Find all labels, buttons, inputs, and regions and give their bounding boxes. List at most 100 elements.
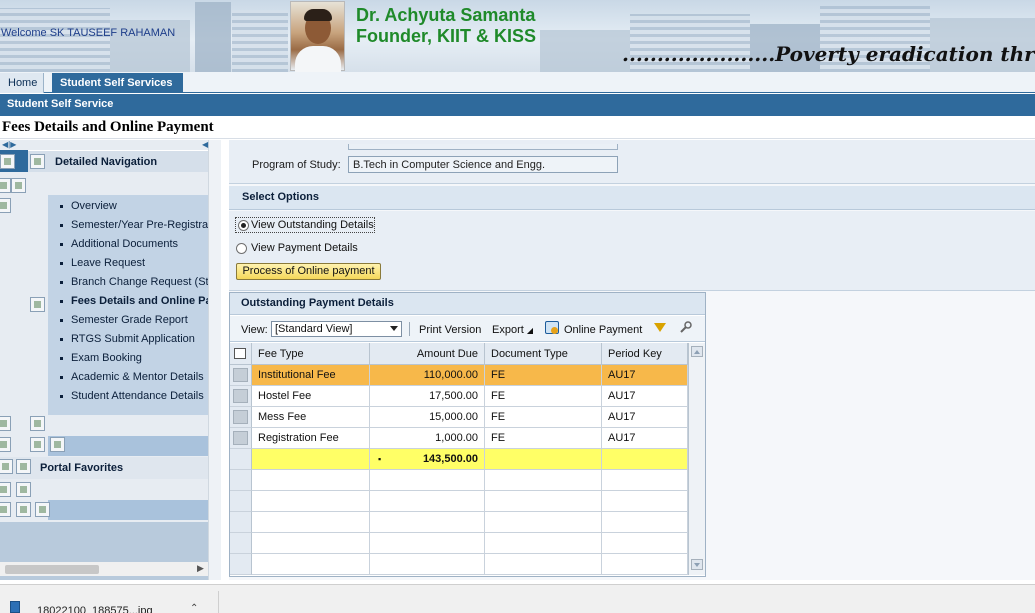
empty-cell (370, 470, 485, 491)
view-outstanding-label[interactable]: View Outstanding Details (251, 219, 374, 231)
page-title: Fees Details and Online Payment (2, 119, 214, 135)
welcome-text: Welcome SK TAUSEEF RAHAMAN (1, 27, 176, 39)
collapse-left-icon[interactable]: ◀ (202, 140, 208, 149)
row-selector[interactable] (230, 407, 252, 428)
empty-cell (602, 512, 688, 533)
empty-cell (370, 491, 485, 512)
select-all-icon[interactable] (234, 348, 246, 359)
nav-item-exam-booking[interactable]: Exam Booking (60, 349, 208, 368)
empty-row (230, 491, 252, 512)
row-selector-empty (230, 449, 252, 470)
download-filename[interactable]: 18022100_188575...jpg (37, 605, 153, 613)
top-navigation: Home Student Self Services (0, 72, 1035, 93)
nav-image-icon (35, 502, 50, 517)
program-section: Program of Study: B.Tech in Computer Sci… (229, 140, 1035, 184)
view-select[interactable]: [Standard View] (271, 321, 402, 337)
nav-image-icon (16, 482, 31, 497)
panel-splitter[interactable] (208, 140, 221, 580)
nav-item-pre-registration[interactable]: Semester/Year Pre-Registra (60, 216, 208, 235)
horizontal-scrollbar[interactable]: ▶ (0, 562, 208, 576)
view-outstanding-option[interactable]: View Outstanding Details (235, 217, 375, 233)
export-menu-icon: ◢ (526, 326, 534, 335)
settings-wrench-icon[interactable] (679, 321, 692, 334)
table-cell-amount[interactable]: 1,000.00 (370, 428, 485, 449)
table-cell-period-key[interactable]: AU17 (602, 386, 688, 407)
nav-item-academic-mentor[interactable]: Academic & Mentor Details (60, 368, 208, 387)
tab-home[interactable]: Home (0, 73, 44, 93)
empty-row (230, 533, 252, 554)
process-online-payment-button[interactable]: Process of Online payment (236, 263, 381, 280)
founder-photo (290, 1, 345, 72)
online-payment-button[interactable]: Online Payment (564, 324, 642, 336)
nav-image-icon (0, 416, 11, 431)
print-version-button[interactable]: Print Version (419, 324, 481, 336)
download-bar: 18022100_188575...jpg ⌃ (0, 584, 1035, 613)
nav-item-grade-report[interactable]: Semester Grade Report (60, 311, 208, 330)
table-cell-document-type[interactable]: FE (485, 407, 602, 428)
column-header-fee-type[interactable]: Fee Type (252, 343, 370, 365)
main-content: Program of Study: B.Tech in Computer Sci… (229, 140, 1035, 580)
table-cell-fee-type[interactable]: Mess Fee (252, 407, 370, 428)
view-payment-label[interactable]: View Payment Details (251, 242, 358, 254)
nav-image-icon (0, 459, 13, 474)
title-divider (0, 138, 1035, 139)
previous-field (348, 144, 618, 150)
column-header-document-type[interactable]: Document Type (485, 343, 602, 365)
select-all-header[interactable] (230, 343, 252, 365)
image-file-icon[interactable] (10, 601, 20, 613)
nav-item-attendance[interactable]: Student Attendance Details (60, 387, 208, 406)
nav-item-additional-documents[interactable]: Additional Documents (60, 235, 208, 254)
nav-image-icon (30, 437, 45, 452)
outstanding-header: Outstanding Payment Details (230, 293, 705, 315)
scroll-down-icon[interactable] (691, 559, 703, 570)
nav-section-strip (48, 500, 208, 520)
empty-cell (485, 512, 602, 533)
nav-image-icon (11, 178, 26, 193)
row-selector[interactable] (230, 365, 252, 386)
portal-favorites-title[interactable]: Portal Favorites (40, 462, 123, 474)
nav-item-fees-details[interactable]: Fees Details and Online Pa (60, 292, 208, 311)
chevron-up-icon[interactable]: ⌃ (190, 603, 198, 613)
table-cell-document-type[interactable]: FE (485, 386, 602, 407)
table-cell-document-type[interactable]: FE (485, 365, 602, 386)
scroll-up-icon[interactable] (691, 346, 703, 357)
pager-icon[interactable]: ◀|▶ (2, 140, 16, 149)
table-cell-fee-type[interactable]: Institutional Fee (252, 365, 370, 386)
program-of-study-field: B.Tech in Computer Science and Engg. (348, 156, 618, 173)
row-selector[interactable] (230, 386, 252, 407)
empty-cell (252, 491, 370, 512)
row-selector[interactable] (230, 428, 252, 449)
nav-image-icon (0, 482, 11, 497)
table-cell-amount[interactable]: 15,000.00 (370, 407, 485, 428)
table-cell-period-key[interactable]: AU17 (602, 407, 688, 428)
nav-item-overview[interactable]: Overview (60, 197, 208, 216)
nav-item-leave-request[interactable]: Leave Request (60, 254, 208, 273)
column-header-amount-due[interactable]: Amount Due (370, 343, 485, 365)
empty-cell (602, 470, 688, 491)
table-vertical-scrollbar[interactable] (688, 343, 705, 575)
table-cell-period-key[interactable]: AU17 (602, 428, 688, 449)
table-cell-fee-type[interactable]: Registration Fee (252, 428, 370, 449)
table-toolbar: View: [Standard View] Print Version Expo… (230, 316, 705, 342)
view-outstanding-radio[interactable] (238, 220, 249, 231)
subnav-student-self-service[interactable]: Student Self Service (7, 98, 113, 110)
table-cell-amount[interactable]: 17,500.00 (370, 386, 485, 407)
table-cell-period-key[interactable]: AU17 (602, 365, 688, 386)
empty-cell (370, 533, 485, 554)
founder-name: Dr. Achyuta Samanta (356, 5, 536, 25)
nav-item-rtgs[interactable]: RTGS Submit Application (60, 330, 208, 349)
export-button[interactable]: Export ◢ (492, 324, 533, 336)
online-payment-icon[interactable] (545, 321, 559, 334)
column-header-period-key[interactable]: Period Key (602, 343, 688, 365)
detailed-navigation-panel: ◀|▶ Detailed Navigation Overview Semeste… (0, 140, 208, 580)
table-cell-document-type[interactable]: FE (485, 428, 602, 449)
scroll-right-icon[interactable]: ▶ (197, 563, 204, 574)
table-cell-amount[interactable]: 110,000.00 (370, 365, 485, 386)
table-cell-fee-type[interactable]: Hostel Fee (252, 386, 370, 407)
filter-icon[interactable] (654, 323, 666, 332)
nav-item-branch-change[interactable]: Branch Change Request (St (60, 273, 208, 292)
view-payment-radio[interactable] (236, 243, 247, 254)
tab-student-self-services[interactable]: Student Self Services (52, 73, 183, 93)
empty-cell (602, 491, 688, 512)
scrollbar-thumb[interactable] (5, 565, 99, 574)
